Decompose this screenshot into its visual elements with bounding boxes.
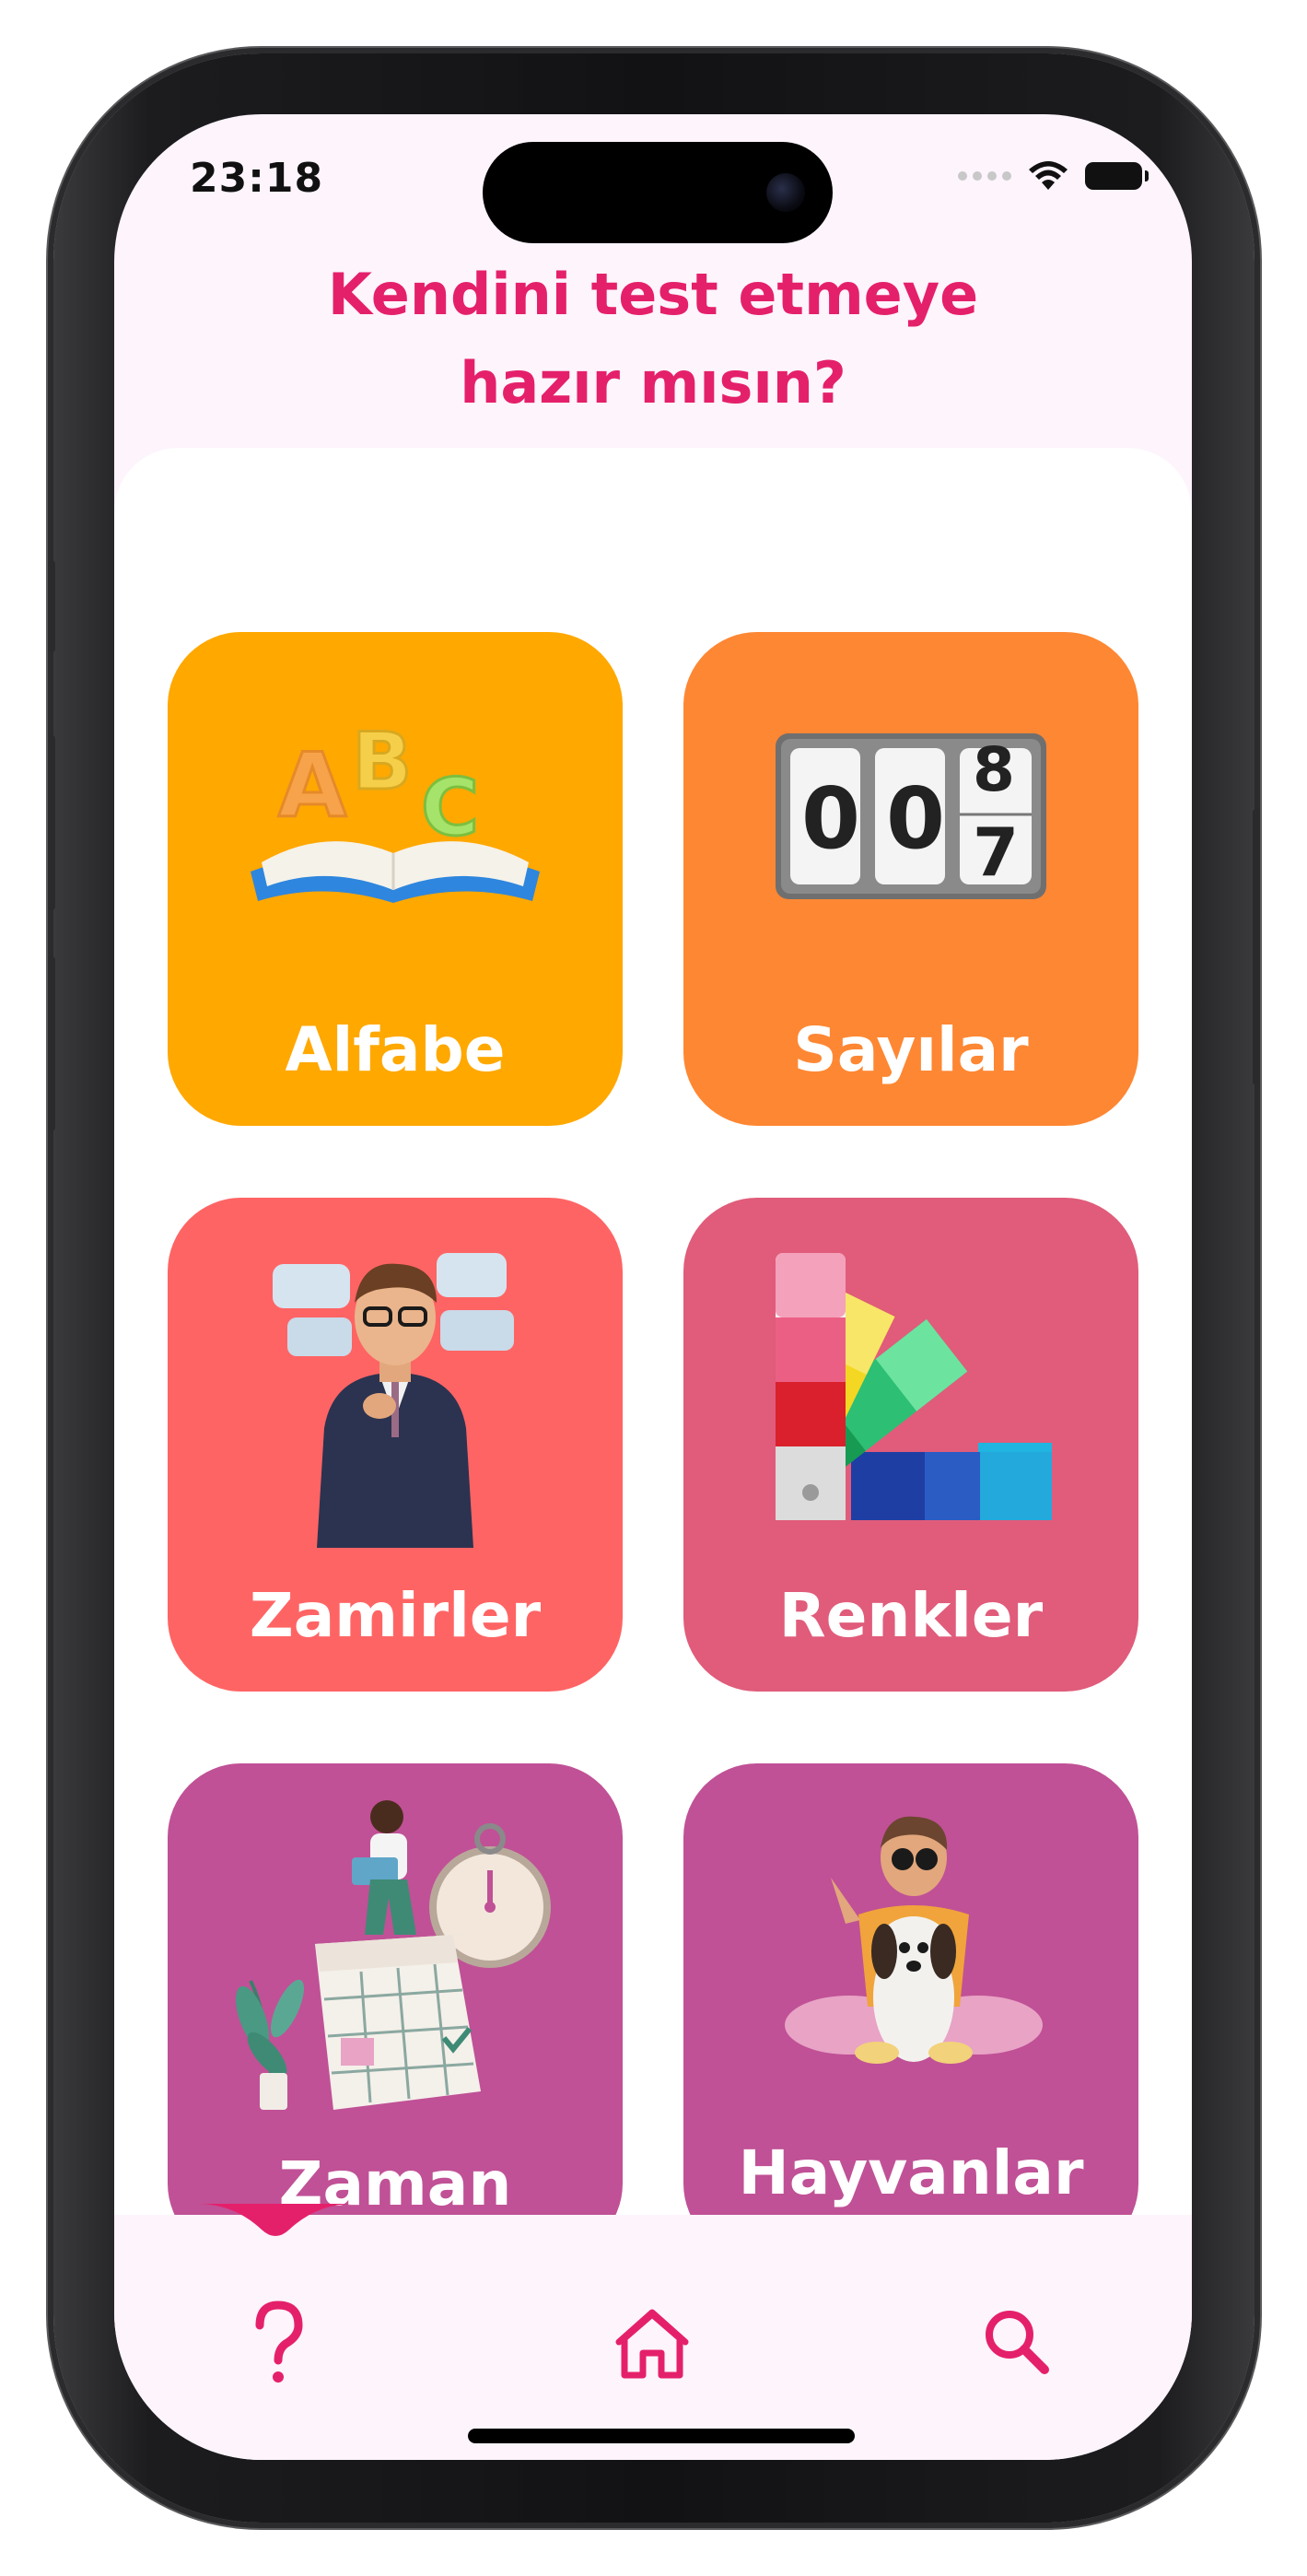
status-time: 23:18 bbox=[190, 155, 324, 202]
abc-book-icon: A B C bbox=[251, 715, 540, 903]
card-label: Renkler bbox=[778, 1580, 1044, 1651]
category-card-zaman[interactable]: Zaman bbox=[168, 1763, 623, 2217]
card-label: Alfabe bbox=[285, 1014, 506, 1085]
svg-text:B: B bbox=[352, 716, 413, 808]
question-mark-icon bbox=[255, 2301, 303, 2383]
nav-home-button[interactable] bbox=[597, 2287, 707, 2397]
nav-search-button[interactable] bbox=[962, 2287, 1072, 2397]
svg-text:A: A bbox=[278, 734, 346, 837]
search-icon bbox=[986, 2311, 1049, 2374]
dynamic-island bbox=[483, 142, 833, 243]
category-card-alfabe[interactable]: A B C Alfabe bbox=[168, 632, 623, 1126]
app-screen: 23:18 Kendini test etmeye hazır mısın? A… bbox=[114, 114, 1192, 2460]
wifi-icon bbox=[1029, 161, 1068, 190]
category-card-renkler[interactable]: Renkler bbox=[683, 1198, 1138, 1692]
battery-icon bbox=[1085, 162, 1149, 190]
page-title: Kendini test etmeye hazır mısın? bbox=[114, 251, 1192, 427]
counter-digit-4: 7 bbox=[973, 814, 1019, 891]
calendar-clock-icon bbox=[235, 1800, 551, 2110]
front-camera bbox=[766, 173, 805, 212]
status-icons bbox=[958, 160, 1149, 192]
title-line-1: Kendini test etmeye bbox=[327, 261, 979, 328]
bottom-nav bbox=[114, 2204, 1192, 2460]
power-button bbox=[1253, 809, 1260, 1085]
home-icon bbox=[615, 2309, 689, 2379]
title-line-2: hazır mısın? bbox=[460, 349, 846, 416]
category-card-zamirler[interactable]: Zamirler bbox=[168, 1198, 623, 1692]
mute-switch bbox=[48, 560, 55, 652]
counter-digit-2: 0 bbox=[886, 769, 945, 868]
color-palette-icon bbox=[776, 1253, 1052, 1520]
svg-text:C: C bbox=[421, 762, 479, 854]
counter-digit-3: 8 bbox=[973, 734, 1015, 805]
category-card-sayilar[interactable]: 0 0 8 7 Sayılar bbox=[683, 632, 1138, 1126]
thinking-man-icon bbox=[273, 1253, 514, 1548]
category-card-hayvanlar[interactable]: Hayvanlar bbox=[683, 1763, 1138, 2217]
card-label: Hayvanlar bbox=[738, 2137, 1084, 2208]
volume-up-button bbox=[48, 735, 55, 910]
card-label: Sayılar bbox=[793, 1014, 1029, 1085]
nav-quiz-button[interactable] bbox=[223, 2287, 333, 2397]
volume-down-button bbox=[48, 956, 55, 1131]
card-label: Zamirler bbox=[249, 1580, 542, 1651]
counter-digit-1: 0 bbox=[801, 769, 860, 868]
girl-with-dog-icon bbox=[785, 1816, 1043, 2064]
active-tab-indicator bbox=[197, 2204, 354, 2236]
cellular-signal-icon bbox=[958, 171, 1011, 181]
category-grid: A B C Alfabe 0 0 8 7 Sayılar Zamirler Re… bbox=[114, 448, 1192, 2217]
number-counter-icon: 0 0 8 7 bbox=[776, 733, 1046, 899]
home-indicator bbox=[468, 2429, 855, 2443]
